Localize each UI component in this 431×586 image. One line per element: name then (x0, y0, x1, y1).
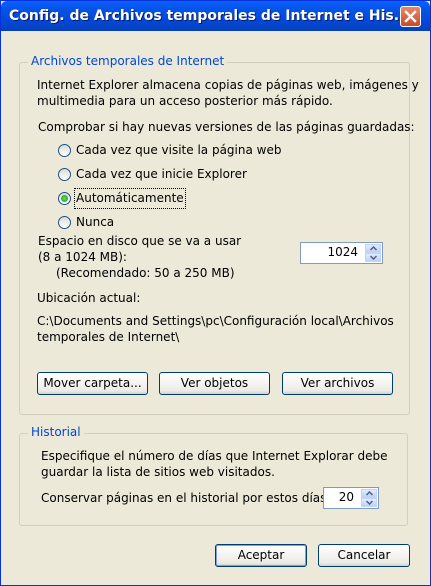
history-days-down-button[interactable] (361, 498, 377, 507)
history-description-2: guardar la lista de sitios web visitados… (41, 465, 275, 479)
disk-space-stepper[interactable]: 1024 (300, 242, 383, 264)
disk-space-recommended: (Recomendado: 50 a 250 MB) (56, 266, 235, 280)
view-files-button[interactable]: Ver archivos (282, 372, 393, 395)
disk-space-up-button[interactable] (365, 244, 381, 253)
dialog-window: Config. de Archivos temporales de Intern… (0, 0, 431, 586)
radio-every-visit[interactable] (58, 144, 71, 157)
disk-space-value[interactable]: 1024 (327, 245, 358, 259)
radio-never[interactable] (58, 216, 71, 229)
temp-files-description-2: multimedia para un acceso posterior más … (37, 94, 333, 108)
close-icon (404, 10, 417, 23)
disk-space-down-button[interactable] (365, 253, 381, 262)
disk-space-label-2: (8 a 1024 MB): (38, 250, 127, 264)
radio-selected-dot (61, 195, 68, 202)
title-bar[interactable]: Config. de Archivos temporales de Intern… (1, 1, 430, 31)
radio-automatic-label[interactable]: Automáticamente (74, 188, 186, 209)
check-versions-label: Comprobar si hay nuevas versiones de las… (38, 120, 415, 134)
move-folder-button[interactable]: Mover carpeta... (37, 372, 148, 395)
radio-every-visit-label[interactable]: Cada vez que visite la página web (76, 142, 281, 159)
radio-never-label[interactable]: Nunca (76, 214, 114, 231)
history-days-stepper[interactable]: 20 (323, 487, 379, 509)
temp-files-legend: Archivos temporales de Internet (28, 54, 228, 68)
radio-every-start-label[interactable]: Cada vez que inicie Explorer (76, 166, 247, 183)
history-days-value[interactable]: 20 (339, 490, 354, 504)
history-days-label: Conservar páginas en el historial por es… (41, 491, 331, 505)
current-location-path-1: C:\Documents and Settings\pc\Configuraci… (37, 314, 394, 328)
window-title: Config. de Archivos temporales de Intern… (9, 8, 410, 24)
disk-space-label-1: Espacio en disco que se va a usar (38, 234, 242, 248)
chevron-down-icon (366, 500, 373, 505)
close-button[interactable] (400, 6, 421, 27)
cancel-button[interactable]: Cancelar (318, 544, 410, 567)
chevron-down-icon (370, 255, 377, 260)
accept-button[interactable]: Aceptar (215, 544, 307, 567)
history-days-up-button[interactable] (361, 489, 377, 498)
disk-space-spin-buttons (365, 244, 381, 262)
view-objects-button[interactable]: Ver objetos (159, 372, 270, 395)
history-description-1: Especifique el número de días que Intern… (41, 449, 388, 463)
radio-every-start[interactable] (58, 168, 71, 181)
history-days-spin-buttons (361, 489, 377, 507)
chevron-up-icon (366, 491, 373, 496)
current-location-label: Ubicación actual: (37, 291, 141, 305)
temp-files-description-1: Internet Explorer almacena copias de pág… (37, 78, 419, 92)
chevron-up-icon (370, 246, 377, 251)
radio-automatic[interactable] (58, 192, 71, 205)
history-legend: Historial (28, 425, 84, 439)
current-location-path-2: temporales de Internet\ (37, 330, 180, 344)
